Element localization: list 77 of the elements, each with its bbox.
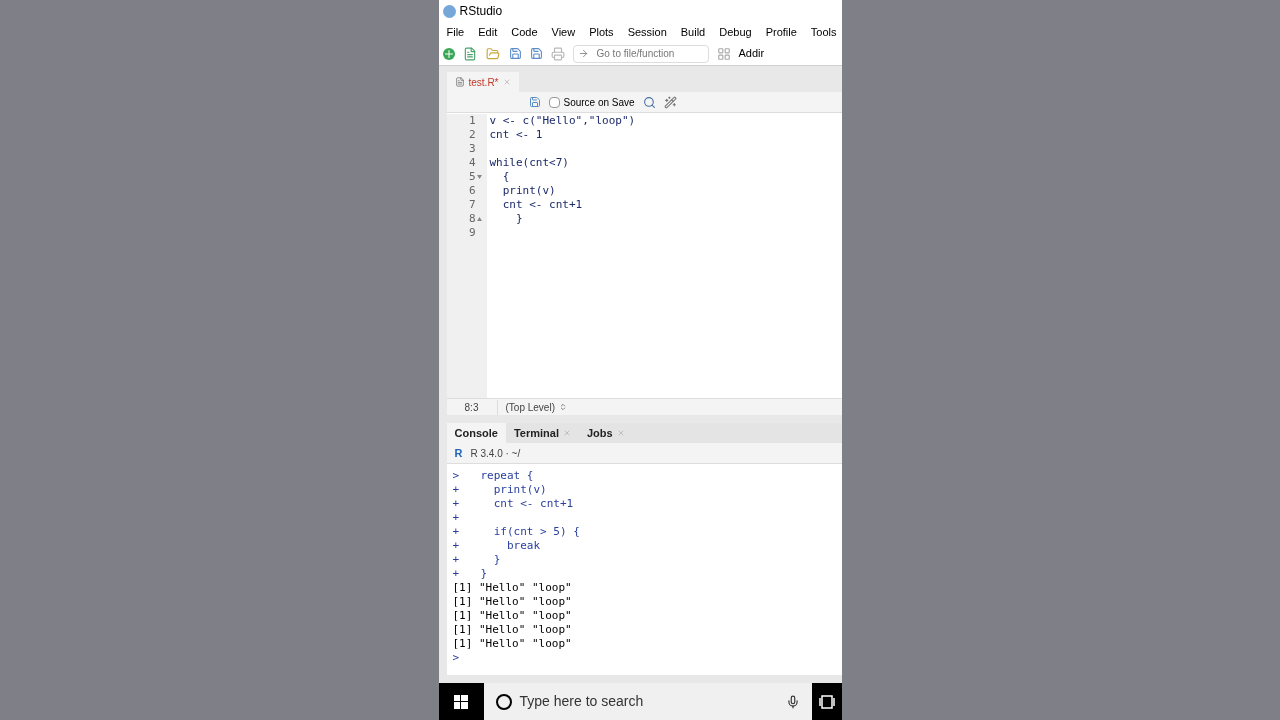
line-number: 9 xyxy=(468,226,476,240)
magic-wand-icon[interactable] xyxy=(663,95,677,109)
arrow-icon xyxy=(577,48,589,59)
cursor-position: 8:3 xyxy=(463,400,480,415)
code-line: while(cnt<7) xyxy=(489,156,569,169)
line-number: 1 xyxy=(468,114,476,128)
r-logo: R xyxy=(454,445,463,461)
window-title: RStudio xyxy=(459,3,503,20)
console-output: [1] "Hello" "loop" xyxy=(452,623,572,637)
menu-item[interactable]: Debug xyxy=(719,23,752,41)
search-icon[interactable] xyxy=(642,95,656,109)
menu-item[interactable]: Edit xyxy=(478,23,498,41)
layout-icon[interactable] xyxy=(716,46,731,61)
console-output: [1] "Hello" "loop" xyxy=(452,609,572,623)
file-icon xyxy=(454,77,465,87)
save-icon[interactable] xyxy=(508,47,522,60)
code-line: { xyxy=(501,170,510,183)
task-view-icon xyxy=(818,694,835,709)
console-prompt: + xyxy=(452,511,461,525)
editor-tab[interactable]: test.R* xyxy=(446,72,519,92)
console-input-text: break xyxy=(506,539,541,553)
line-number: 2 xyxy=(468,128,476,142)
up-down-arrows-icon xyxy=(558,403,567,411)
menu-item[interactable]: Plots xyxy=(589,23,614,41)
code-line: cnt <- 1 xyxy=(489,128,543,141)
code-line: } xyxy=(515,212,523,225)
console-prompt: + xyxy=(452,553,461,567)
console-input-text: } xyxy=(480,567,488,581)
console-output: [1] "Hello" "loop" xyxy=(452,581,572,595)
console-prompt: > xyxy=(452,469,461,483)
fold-arrow-icon[interactable] xyxy=(477,217,482,221)
line-number: 8 xyxy=(468,212,476,226)
task-view-button[interactable] xyxy=(811,683,842,720)
console-input-text: cnt <- cnt+1 xyxy=(492,497,574,511)
console-input-text: } xyxy=(492,553,501,567)
line-number: 5 xyxy=(468,170,476,184)
console-input-text: repeat { xyxy=(480,469,534,483)
console-input-text: print(v) xyxy=(492,483,547,497)
console-prompt: + xyxy=(452,567,461,581)
code-line: cnt <- cnt+1 xyxy=(501,198,583,211)
console-prompt: > xyxy=(452,651,461,665)
menu-item[interactable]: Build xyxy=(680,23,706,41)
console-prompt: + xyxy=(452,497,461,511)
r-version-label: R 3.4.0 · ~/ xyxy=(470,446,521,461)
console-prompt: + xyxy=(452,539,461,553)
console-output: [1] "Hello" "loop" xyxy=(452,637,572,651)
console-prompt: + xyxy=(452,525,461,539)
line-number: 6 xyxy=(468,184,476,198)
menu-item[interactable]: Tools xyxy=(810,23,837,41)
console-prompt: + xyxy=(452,483,461,497)
line-number: 7 xyxy=(468,198,476,212)
start-button[interactable] xyxy=(438,683,484,720)
app-logo-icon xyxy=(442,4,456,18)
console-input-text: if(cnt > 5) { xyxy=(492,525,580,539)
print-icon[interactable] xyxy=(550,46,565,61)
menu-item[interactable]: Code xyxy=(511,23,538,41)
microphone-icon[interactable] xyxy=(785,694,800,709)
menu-item[interactable]: Profile xyxy=(765,23,797,41)
menu-item[interactable]: View xyxy=(551,23,576,41)
menu-item[interactable]: Session xyxy=(627,23,667,41)
console-tab[interactable]: Console xyxy=(446,423,506,443)
code-line: print(v) xyxy=(501,184,556,197)
addins-menu[interactable]: Addir xyxy=(738,45,765,62)
go-to-file-field[interactable]: Go to file/function xyxy=(572,44,709,63)
close-icon[interactable] xyxy=(502,78,511,86)
new-file-icon[interactable] xyxy=(442,47,455,60)
open-folder-icon[interactable] xyxy=(484,46,501,61)
save-icon[interactable] xyxy=(528,96,541,108)
fold-arrow-icon[interactable] xyxy=(477,175,482,179)
line-number: 4 xyxy=(468,156,476,170)
source-on-save-checkbox[interactable]: Source on Save xyxy=(548,94,635,110)
scope-selector[interactable]: (Top Level) xyxy=(496,399,567,415)
windows-logo-icon xyxy=(454,694,468,709)
code-line: v <- c("Hello","loop") xyxy=(489,114,636,127)
menu-item[interactable]: File xyxy=(446,23,465,41)
console-output: [1] "Hello" "loop" xyxy=(452,595,572,609)
line-number: 3 xyxy=(468,142,476,156)
